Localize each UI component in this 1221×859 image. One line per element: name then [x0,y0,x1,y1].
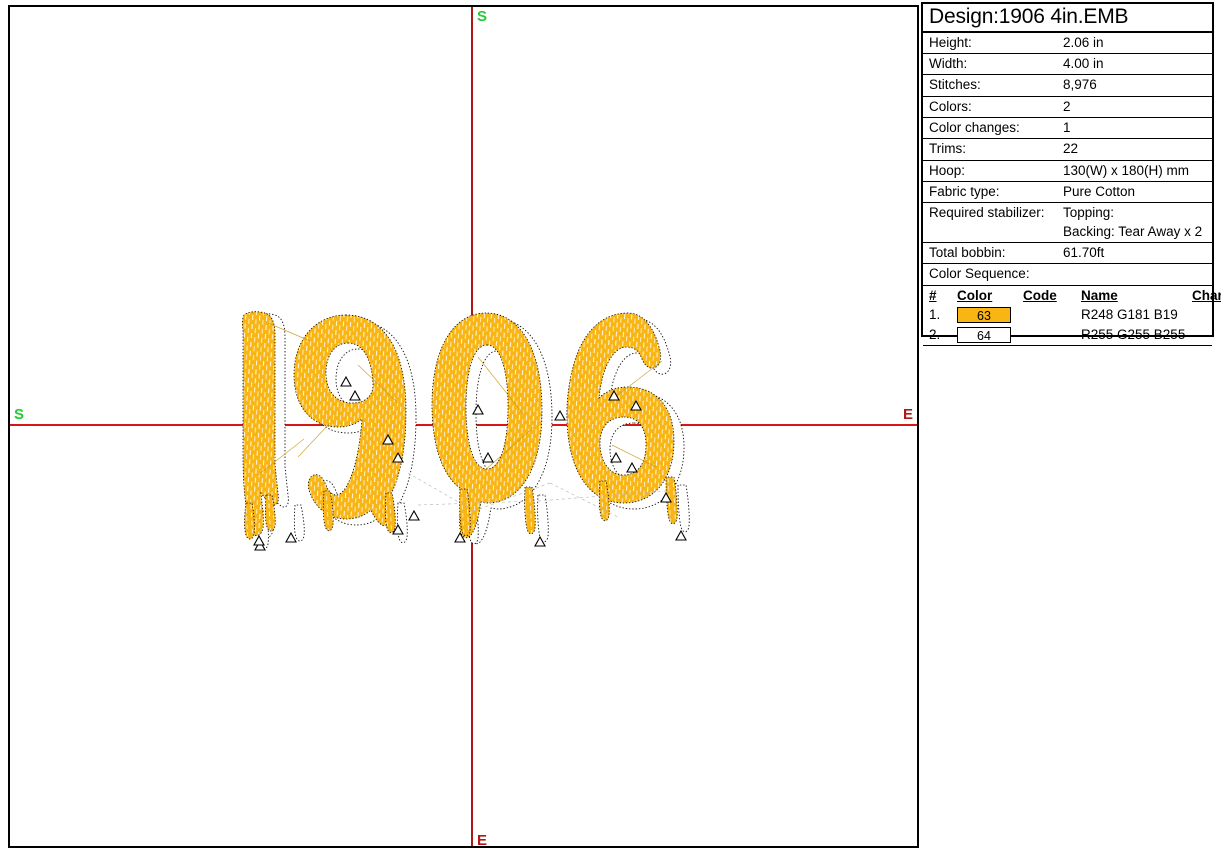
color-row-code [1017,325,1075,345]
property-value-multiline: Topping: Backing: Tear Away x 2 [1059,203,1212,243]
color-swatch[interactable]: 64 [957,327,1011,343]
color-swatch-cell[interactable]: 64 [951,325,1017,345]
property-value: 22 [1059,139,1212,160]
property-value: 8,976 [1059,75,1212,96]
color-row-chart [1186,325,1221,345]
design-canvas[interactable]: S S E E [8,5,919,848]
table-row: Width: 4.00 in [923,53,1212,74]
table-row: Fabric type: Pure Cotton [923,182,1212,203]
guide-label-start-top: S [477,9,487,24]
column-header-chart: Chart [1186,286,1221,306]
property-label: Width: [923,53,1059,74]
color-sequence-caption: Color Sequence: [923,264,1212,285]
column-header-name: Name [1075,286,1186,306]
guide-label-end-right: E [903,407,913,422]
color-row-chart [1186,305,1221,325]
design-title: Design:1906 4in.EMB [923,4,1212,33]
design-properties-table: Height: 2.06 in Width: 4.00 in Stitches:… [923,33,1212,265]
property-label: Height: [923,33,1059,54]
property-label: Required stabilizer: [923,203,1059,243]
property-value: 2.06 in [1059,33,1212,54]
property-label: Color changes: [923,117,1059,138]
design-svg [238,305,708,565]
color-row-code [1017,305,1075,325]
table-row: Hoop: 130(W) x 180(H) mm [923,160,1212,181]
property-label: Colors: [923,96,1059,117]
table-row: Total bobbin: 61.70ft [923,243,1212,264]
property-value: 61.70ft [1059,243,1212,264]
property-value: Pure Cotton [1059,182,1212,203]
embroidery-design-artwork[interactable] [238,305,708,565]
stabilizer-topping: Topping: [1063,204,1212,222]
property-label: Hoop: [923,160,1059,181]
color-swatch-cell[interactable]: 63 [951,305,1017,325]
table-row: Height: 2.06 in [923,33,1212,54]
guide-label-start-left: S [14,407,24,422]
column-header-number: # [923,286,951,306]
stabilizer-backing: Backing: Tear Away x 2 [1063,223,1212,241]
color-sequence-bottom-rule [923,345,1212,346]
color-row-name: R255 G255 B255 [1075,325,1186,345]
color-row-number: 2. [923,325,951,345]
table-row: Trims: 22 [923,139,1212,160]
color-swatch[interactable]: 63 [957,307,1011,323]
color-sequence-header-row: # Color Code Name Chart [923,286,1221,306]
property-value: 1 [1059,117,1212,138]
property-value: 130(W) x 180(H) mm [1059,160,1212,181]
guide-label-end-bottom: E [477,833,487,848]
table-row: Stitches: 8,976 [923,75,1212,96]
color-row-name: R248 G181 B19 [1075,305,1186,325]
table-row: Colors: 2 [923,96,1212,117]
design-info-panel: Design:1906 4in.EMB Height: 2.06 in Widt… [921,2,1214,337]
table-row: Required stabilizer: Topping: Backing: T… [923,203,1212,243]
property-label: Stitches: [923,75,1059,96]
color-sequence-table: # Color Code Name Chart 1. 63 R248 G181 … [923,286,1221,345]
property-value: 4.00 in [1059,53,1212,74]
column-header-color: Color [951,286,1017,306]
property-value: 2 [1059,96,1212,117]
column-header-code: Code [1017,286,1075,306]
table-row: 1. 63 R248 G181 B19 [923,305,1221,325]
color-row-number: 1. [923,305,951,325]
property-label: Trims: [923,139,1059,160]
property-label: Total bobbin: [923,243,1059,264]
property-label: Fabric type: [923,182,1059,203]
table-row: Color changes: 1 [923,117,1212,138]
table-row: 2. 64 R255 G255 B255 [923,325,1221,345]
